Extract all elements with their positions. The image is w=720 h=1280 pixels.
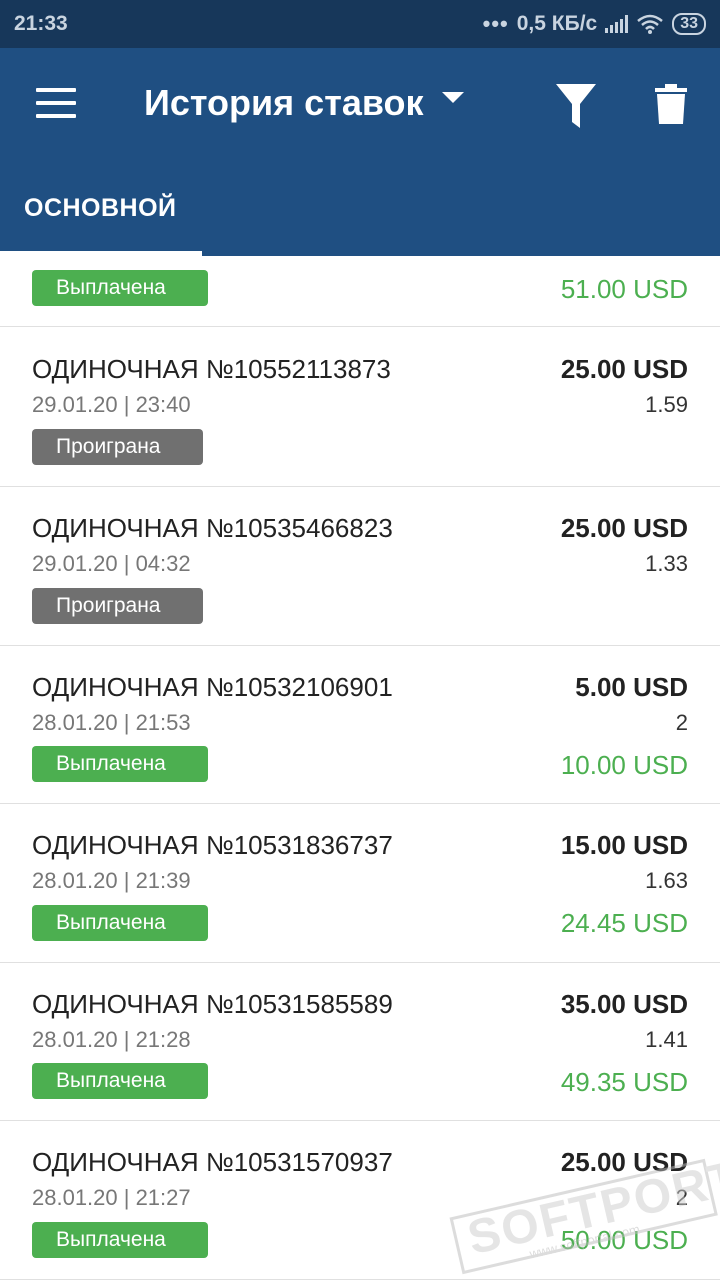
page-title: История ставок bbox=[144, 82, 424, 123]
bet-stake: 5.00 USD bbox=[575, 672, 688, 702]
status-badge: Выплачена bbox=[32, 746, 208, 782]
bet-date: 28.01.20 | 21:39 bbox=[32, 868, 191, 893]
bet-payout: 10.00 USD bbox=[560, 750, 688, 780]
bet-stake: 35.00 USD bbox=[560, 989, 688, 1019]
bet-odds: 1.41 bbox=[645, 1027, 688, 1052]
tab-main[interactable]: ОСНОВНОЙ bbox=[0, 188, 202, 256]
bet-title: ОДИНОЧНАЯ №10531585589 bbox=[32, 989, 393, 1019]
bet-odds: 2 bbox=[675, 710, 688, 735]
bet-title: ОДИНОЧНАЯ №10532106901 bbox=[32, 672, 393, 702]
bet-date: 28.01.20 | 21:27 bbox=[32, 1185, 191, 1210]
menu-button[interactable] bbox=[36, 88, 76, 118]
bet-payout: 24.45 USD bbox=[560, 908, 688, 938]
status-badge: Проиграна bbox=[32, 429, 203, 465]
battery-level: 33 bbox=[672, 13, 706, 35]
status-badge: Выплачена bbox=[32, 1063, 208, 1099]
tab-label: ОСНОВНОЙ bbox=[24, 194, 177, 222]
bet-odds: 1.63 bbox=[645, 868, 688, 893]
cell-signal-icon bbox=[605, 15, 629, 33]
bet-odds: 1.33 bbox=[645, 551, 688, 576]
bet-row[interactable]: ОДИНОЧНАЯ №10531836737 28.01.20 | 21:39 … bbox=[0, 804, 720, 963]
bet-stake: 25.00 USD bbox=[560, 513, 688, 543]
bet-payout: 49.35 USD bbox=[560, 1067, 688, 1097]
title-dropdown[interactable]: История ставок bbox=[144, 82, 464, 124]
more-notifications-icon: ••• bbox=[482, 11, 509, 36]
bet-title: ОДИНОЧНАЯ №10531570937 bbox=[32, 1147, 393, 1177]
network-speed: 0,5 КБ/с bbox=[516, 12, 598, 35]
bet-title: ОДИНОЧНАЯ №10531836737 bbox=[32, 830, 393, 860]
app-bar: История ставок ОСНОВНОЙ bbox=[0, 48, 720, 256]
bet-stake: 15.00 USD bbox=[560, 830, 688, 860]
menu-icon bbox=[36, 88, 76, 92]
bet-row[interactable]: ОДИНОЧНАЯ №10535466823 29.01.20 | 04:32 … bbox=[0, 487, 720, 646]
bet-date: 28.01.20 | 21:53 bbox=[32, 710, 191, 735]
status-badge: Проиграна bbox=[32, 588, 203, 624]
bet-date: 28.01.20 | 21:28 bbox=[32, 1027, 191, 1052]
wifi-icon bbox=[637, 14, 664, 34]
bet-title: ОДИНОЧНАЯ №10535466823 bbox=[32, 513, 393, 543]
status-badge: Выплачена bbox=[32, 905, 208, 941]
bet-row[interactable]: Выплачена 51.00 USD bbox=[0, 256, 720, 327]
status-indicators: ••• 0,5 КБ/с 33 bbox=[483, 11, 706, 37]
filter-icon[interactable] bbox=[556, 84, 596, 128]
bet-date: 29.01.20 | 04:32 bbox=[32, 551, 191, 576]
trash-icon[interactable] bbox=[655, 84, 687, 124]
bet-payout: 51.00 USD bbox=[560, 274, 688, 304]
bet-row[interactable]: ОДИНОЧНАЯ №10531585589 28.01.20 | 21:28 … bbox=[0, 963, 720, 1121]
bet-row[interactable]: ОДИНОЧНАЯ №10532106901 28.01.20 | 21:53 … bbox=[0, 646, 720, 804]
bet-date: 29.01.20 | 23:40 bbox=[32, 392, 191, 417]
bet-odds: 1.59 bbox=[645, 392, 688, 417]
status-badge: Выплачена bbox=[32, 1222, 208, 1258]
status-bar: 21:33 ••• 0,5 КБ/с 33 bbox=[0, 0, 720, 48]
status-time: 21:33 bbox=[14, 12, 68, 35]
caret-down-icon bbox=[441, 91, 464, 103]
bet-title: ОДИНОЧНАЯ №10552113873 bbox=[32, 354, 391, 384]
status-badge: Выплачена bbox=[32, 270, 208, 306]
bet-row[interactable]: ОДИНОЧНАЯ №10552113873 29.01.20 | 23:40 … bbox=[0, 328, 720, 487]
bet-stake: 25.00 USD bbox=[560, 354, 688, 384]
